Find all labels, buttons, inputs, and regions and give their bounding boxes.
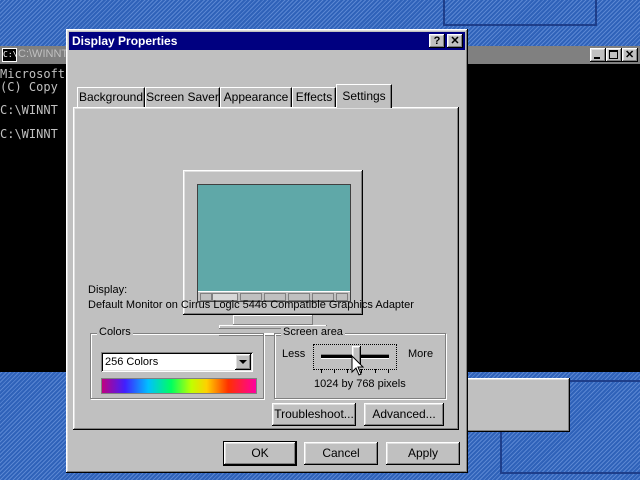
monitor-screen xyxy=(197,184,351,302)
close-icon: ✕ xyxy=(450,35,460,47)
more-label: More xyxy=(408,348,434,360)
troubleshoot-button[interactable]: Troubleshoot... xyxy=(272,403,356,426)
color-spectrum-bar xyxy=(101,378,257,394)
console-line: C:\WINNT xyxy=(0,127,58,141)
close-button[interactable]: ✕ xyxy=(447,34,463,48)
monitor-stand xyxy=(233,315,313,325)
dialog-title: Display Properties xyxy=(72,34,178,48)
settings-tab-page: Display: Default Monitor on Cirrus Logic… xyxy=(73,107,459,430)
monitor-preview xyxy=(183,170,363,315)
colors-dropdown[interactable]: 256 Colors xyxy=(101,352,253,372)
close-icon: ✕ xyxy=(625,49,635,61)
slider-tick xyxy=(321,369,322,373)
tab-background[interactable]: Background xyxy=(77,87,145,107)
slider-tick xyxy=(375,369,376,373)
tab-settings[interactable]: Settings xyxy=(336,84,392,108)
minimize-button[interactable] xyxy=(590,48,606,62)
apply-button[interactable]: Apply xyxy=(386,442,460,465)
tab-screen-saver[interactable]: Screen Saver xyxy=(145,87,220,107)
ok-button[interactable]: OK xyxy=(224,442,296,465)
console-line: (C) Copy xyxy=(0,80,58,94)
slider-tick xyxy=(334,369,335,373)
screen-area-label: Screen area xyxy=(281,326,345,338)
display-label: Display: xyxy=(88,284,128,296)
console-line: C:\WINNT xyxy=(0,103,58,117)
dialog-title-bar[interactable]: Display Properties ? ✕ xyxy=(69,32,465,50)
maximize-icon xyxy=(609,50,618,59)
dropdown-button[interactable] xyxy=(235,354,251,370)
colors-group: Colors 256 Colors xyxy=(90,326,264,399)
console-close-button[interactable]: ✕ xyxy=(622,48,638,62)
tab-effects[interactable]: Effects xyxy=(292,87,336,107)
slider-tick xyxy=(388,369,389,373)
chevron-down-icon xyxy=(239,360,247,364)
colors-label: Colors xyxy=(97,326,133,338)
slider-tick xyxy=(347,369,348,373)
console-title: C:\WINNT xyxy=(18,48,69,60)
display-value: Default Monitor on Cirrus Logic 5446 Com… xyxy=(88,299,414,311)
help-icon: ? xyxy=(433,35,441,47)
maximize-button[interactable] xyxy=(606,48,622,62)
mouse-cursor-icon xyxy=(351,355,365,376)
cancel-button[interactable]: Cancel xyxy=(304,442,378,465)
help-button[interactable]: ? xyxy=(429,34,445,48)
less-label: Less xyxy=(282,348,306,360)
resolution-value: 1024 by 768 pixels xyxy=(314,378,406,390)
background-window xyxy=(458,378,570,432)
background-window-frame xyxy=(443,0,597,26)
minimize-icon xyxy=(594,57,600,59)
console-app-icon: C:\ xyxy=(2,48,17,62)
colors-selected-value: 256 Colors xyxy=(105,356,159,368)
advanced-button[interactable]: Advanced... xyxy=(364,403,444,426)
tab-appearance[interactable]: Appearance xyxy=(220,87,292,107)
display-properties-dialog[interactable]: Display Properties ? ✕ Background Screen… xyxy=(66,29,468,473)
